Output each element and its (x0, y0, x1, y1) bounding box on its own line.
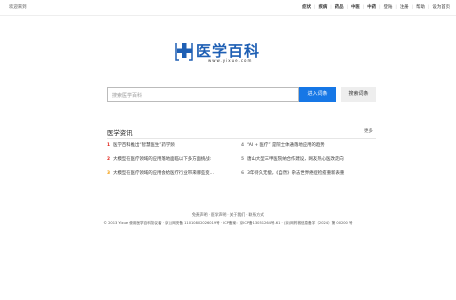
news-text: 大模型在医疗领域的应用落地面临以下多方面挑战: (113, 157, 212, 162)
nav-drugs[interactable]: 药品 (335, 4, 344, 10)
news-item[interactable]: 5 唐山大型三甲医院纳合作建设，网友热心医改走向 (241, 156, 367, 162)
nav-diseases[interactable]: 疾病 (318, 4, 327, 10)
news-item[interactable]: 4 “AI + 医疗” 是院士体通落地应用的趋势 (241, 142, 367, 148)
nav-help[interactable]: 帮助 (416, 4, 425, 10)
welcome-text: 欢迎来到 (9, 5, 27, 10)
news-section-title: 医学资讯 (107, 129, 133, 137)
news-text: 唐山大型三甲医院纳合作建设，网友热心医改走向 (247, 157, 344, 162)
nav-chinese-medicine[interactable]: 中药 (367, 4, 376, 10)
site-logo[interactable]: 医学百科 www.yixue.com (174, 40, 284, 66)
news-text: 医学百科推出“智慧医生”药学频 (113, 143, 175, 148)
rank-number: 2 (107, 157, 111, 162)
search-entry-button[interactable]: 搜索词条 (341, 87, 376, 102)
search-input[interactable]: 搜索医学百科 (107, 87, 299, 102)
rank-number: 4 (241, 143, 245, 148)
footer-separator: · (227, 212, 229, 217)
search-placeholder: 搜索医学百科 (112, 93, 143, 99)
nav-separator: | (330, 4, 332, 10)
footer-separator: · (208, 212, 210, 217)
news-text: “AI + 医疗” 是院士体通落地应用的趋势 (247, 143, 325, 148)
news-text: 3年待久无偿，《自然》杂志世界癌症检疫重新表重 (247, 171, 345, 176)
medical-cross-icon (175, 43, 193, 61)
rank-number: 6 (241, 171, 245, 176)
enter-entry-button[interactable]: 进入词条 (299, 87, 336, 102)
nav-login[interactable]: 登陆 (384, 4, 393, 10)
nav-register[interactable]: 注册 (400, 4, 409, 10)
footer-copyright: © 2013 Yixue 使用医学百科协议者 · 京公网安备 110108020… (103, 221, 353, 225)
rank-number: 1 (107, 143, 111, 148)
footer-about-link[interactable]: 关于我们 (230, 212, 246, 217)
nav-separator: | (427, 4, 430, 10)
nav-set-homepage[interactable]: 设为首页 (432, 4, 450, 10)
nav-separator: | (362, 4, 365, 10)
nav-separator: | (411, 4, 414, 10)
news-text: 大模型在医疗领域的应用会给医疗行业带来哪些变... (113, 171, 214, 176)
rank-number: 3 (107, 171, 111, 176)
footer-links: 免责声明·医学声明·关于我们·联系方式 (0, 212, 456, 218)
nav-separator: | (313, 4, 316, 10)
news-item[interactable]: 1 医学百科推出“智慧医生”药学频 (107, 142, 233, 148)
news-item[interactable]: 2 大模型在医疗领域的应用落地面临以下多方面挑战: (107, 156, 233, 162)
news-more-link[interactable]: 更多 (364, 128, 373, 134)
footer-medical-statement-link[interactable]: 医学声明 (211, 212, 227, 217)
news-item[interactable]: 3 大模型在医疗领域的应用会给医疗行业带来哪些变... (107, 170, 233, 176)
logo-url: www.yixue.com (208, 58, 253, 63)
divider (107, 138, 376, 139)
news-item[interactable]: 6 3年待久无偿，《自然》杂志世界癌症检疫重新表重 (241, 170, 367, 176)
footer-disclaimer-link[interactable]: 免责声明 (192, 212, 208, 217)
nav-separator: | (395, 4, 397, 10)
nav-separator: | (379, 4, 381, 10)
footer-contact-link[interactable]: 联系方式 (248, 212, 264, 217)
top-bar: 欢迎来到 症状 | 疾病 | 药品 | 中医 | 中药 | 登陆 | 注册 | … (0, 0, 456, 16)
rank-number: 5 (241, 157, 245, 162)
nav-symptoms[interactable]: 症状 (302, 4, 311, 10)
nav-separator: | (346, 4, 349, 10)
top-nav: 症状 | 疾病 | 药品 | 中医 | 中药 | 登陆 | 注册 | 帮助 | … (302, 4, 450, 11)
nav-tcm[interactable]: 中医 (351, 4, 360, 10)
